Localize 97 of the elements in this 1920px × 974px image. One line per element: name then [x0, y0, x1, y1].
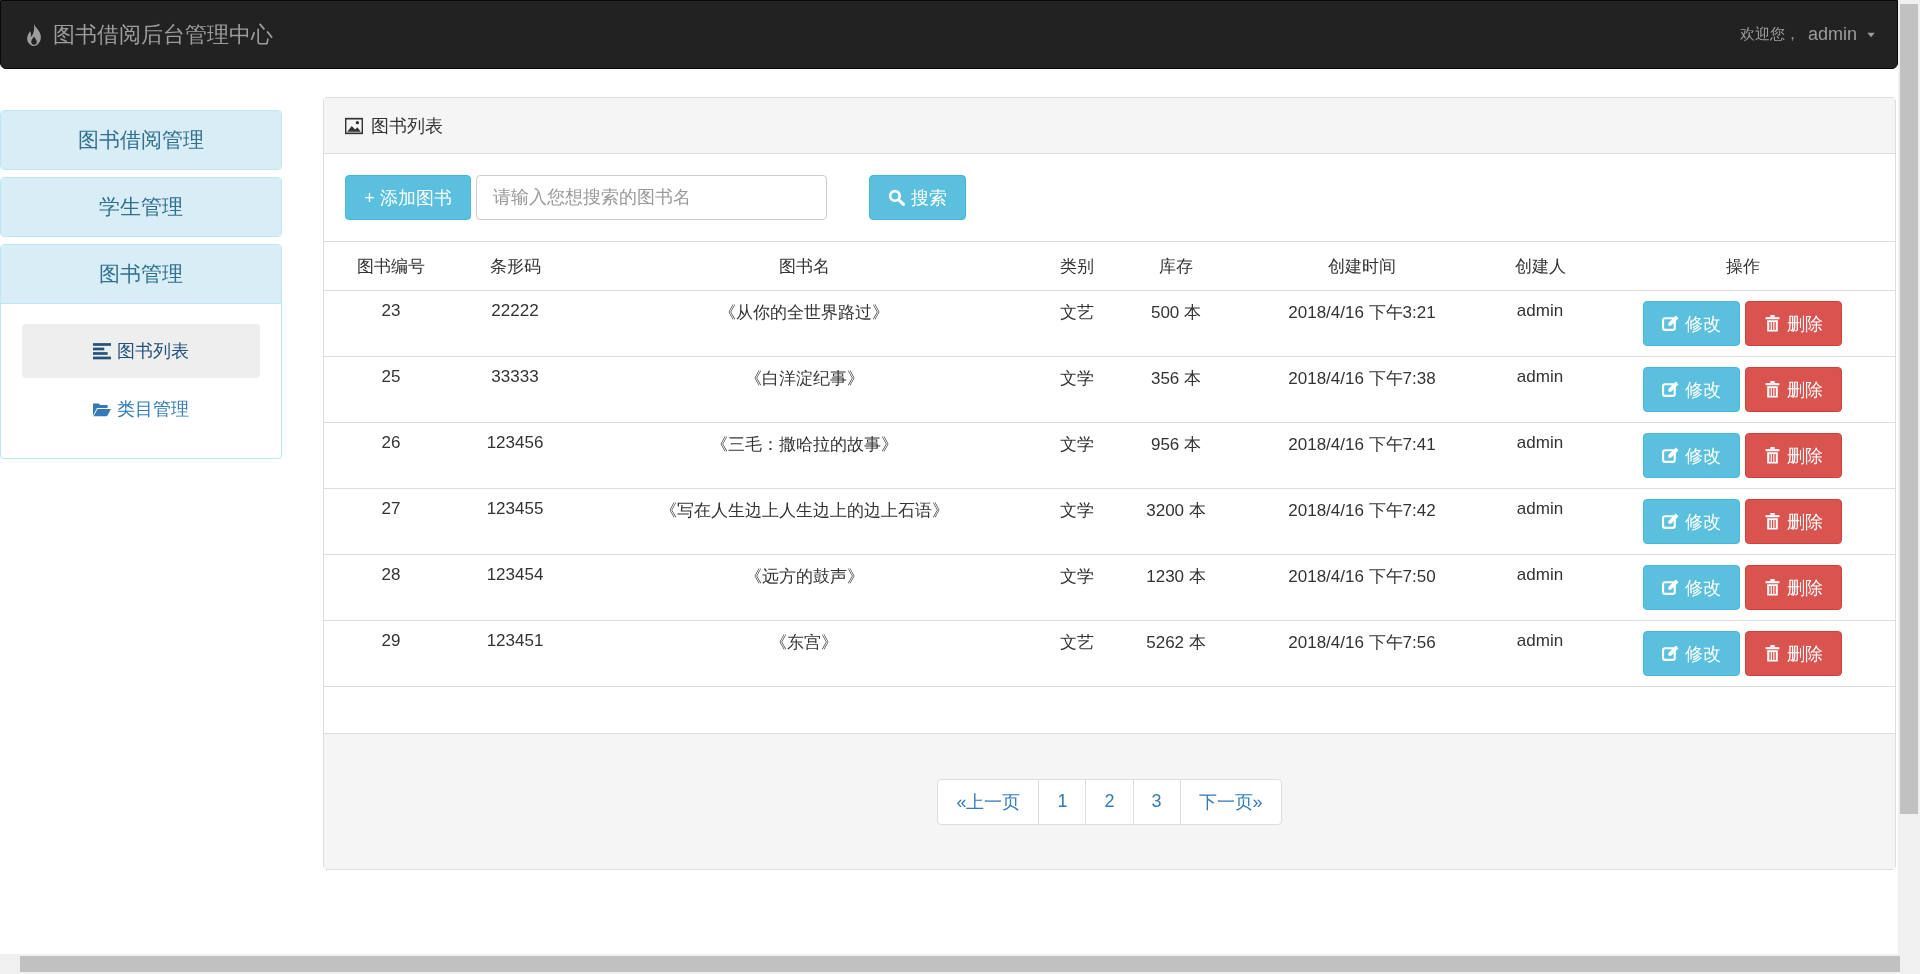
vertical-scrollbar[interactable]	[1898, 0, 1920, 954]
sidebar-group-header[interactable]: 学生管理	[1, 178, 281, 236]
edit-icon	[1662, 513, 1679, 530]
column-header: 条形码	[488, 255, 542, 278]
list-icon	[93, 342, 111, 360]
table-cell-text: 22222	[490, 300, 540, 321]
user-menu[interactable]: admin	[1807, 24, 1877, 45]
page-link[interactable]: «上一页	[938, 779, 1039, 824]
table-cell-text: 《远方的鼓声》	[743, 566, 865, 588]
column-header: 操作	[1724, 255, 1761, 278]
table-cell-text: 3200 本	[1145, 500, 1207, 522]
search-icon	[888, 189, 905, 206]
edit-icon	[1662, 579, 1679, 596]
edit-icon	[1662, 315, 1679, 332]
table-cell-text: 28	[380, 564, 402, 585]
table-cell-text: 123455	[485, 498, 545, 519]
table-cell-text: 2018/4/16 下午7:50	[1287, 566, 1437, 588]
welcome-text: 欢迎您，	[1739, 25, 1800, 44]
sidebar-group-header[interactable]: 图书管理	[1, 245, 281, 304]
table-cell-text: 《三毛：撒哈拉的故事》	[709, 434, 899, 456]
delete-button[interactable]: 删除	[1745, 367, 1842, 412]
trash-icon	[1764, 447, 1781, 464]
app-title[interactable]: 图书借阅后台管理中心	[53, 19, 273, 50]
delete-button[interactable]: 删除	[1745, 499, 1842, 544]
search-field[interactable]: 请输入您想搜索的图书名	[476, 175, 827, 220]
table-cell-text: admin	[1515, 564, 1565, 585]
table-cell-text: admin	[1515, 366, 1565, 387]
trash-icon	[1764, 645, 1781, 662]
table-cell-text: 356 本	[1149, 368, 1203, 390]
panel-title: 图书列表	[371, 114, 443, 138]
table-cell-text: admin	[1515, 630, 1565, 651]
page-link[interactable]: 下一页»	[1179, 779, 1281, 824]
trash-icon	[1764, 513, 1781, 530]
table-cell-text: admin	[1515, 300, 1565, 321]
table-cell-text: 文学	[1059, 434, 1095, 456]
table-cell-text: 26	[380, 432, 402, 453]
sidebar-group-header[interactable]: 图书借阅管理	[1, 111, 281, 169]
table-cell-text: 500 本	[1149, 302, 1203, 324]
table-cell-text: 2018/4/16 下午7:42	[1287, 500, 1437, 522]
image-icon	[345, 116, 363, 135]
search-button[interactable]: 搜索	[869, 175, 966, 220]
table-cell-text: 文艺	[1059, 632, 1095, 654]
table-cell-text: 文学	[1059, 500, 1095, 522]
table-cell-text: 2018/4/16 下午7:41	[1287, 434, 1437, 456]
column-header: 创建人	[1513, 255, 1567, 278]
table-cell-text: 123456	[485, 432, 545, 453]
table-cell-text: 27	[380, 498, 402, 519]
column-header: 图书编号	[356, 255, 426, 278]
table-cell-text: 《白洋淀纪事》	[743, 368, 865, 390]
table-cell-text: admin	[1515, 432, 1565, 453]
table-cell-text: 25	[380, 366, 402, 387]
column-header: 库存	[1158, 255, 1194, 278]
trash-icon	[1764, 381, 1781, 398]
edit-icon	[1662, 381, 1679, 398]
table-cell-text: 《从你的全世界路过》	[718, 302, 890, 324]
table-cell-text: 33333	[490, 366, 540, 387]
table-cell-text: 2018/4/16 下午7:38	[1287, 368, 1437, 390]
edit-button[interactable]: 修改	[1643, 301, 1740, 346]
page-link[interactable]: 2	[1085, 779, 1133, 824]
folder-icon	[93, 400, 111, 418]
table-cell-text: 2018/4/16 下午7:56	[1287, 632, 1437, 654]
table-cell-text: 文学	[1059, 566, 1095, 588]
page-link[interactable]: 1	[1038, 779, 1086, 824]
table-cell-text: admin	[1515, 498, 1565, 519]
table-cell-text: 956 本	[1149, 434, 1203, 456]
delete-button[interactable]: 删除	[1745, 565, 1842, 610]
edit-button[interactable]: 修改	[1643, 499, 1740, 544]
horizontal-scrollbar[interactable]	[0, 954, 1920, 974]
page-link[interactable]: 3	[1132, 779, 1180, 824]
trash-icon	[1764, 315, 1781, 332]
column-header: 图书名	[777, 255, 831, 278]
table-cell-text: 《写在人生边上人生边上的边上石语》	[658, 500, 950, 522]
column-header: 创建时间	[1327, 255, 1397, 278]
column-header: 类别	[1059, 255, 1095, 278]
edit-icon	[1662, 447, 1679, 464]
add-book-button[interactable]: + 添加图书	[345, 175, 471, 220]
table-cell-text: 文艺	[1059, 302, 1095, 324]
table-cell-text: 5262 本	[1145, 632, 1207, 654]
edit-icon	[1662, 645, 1679, 662]
table-cell-text: 23	[380, 300, 402, 321]
table-cell-text: 29	[380, 630, 402, 651]
table-cell-text: 文学	[1059, 368, 1095, 390]
edit-button[interactable]: 修改	[1643, 367, 1740, 412]
table-cell-text: 《东宫》	[769, 632, 839, 654]
sidebar-item[interactable]: 类目管理	[22, 382, 260, 436]
edit-button[interactable]: 修改	[1643, 565, 1740, 610]
delete-button[interactable]: 删除	[1745, 301, 1842, 346]
sidebar-item[interactable]: 图书列表	[22, 324, 260, 378]
trash-icon	[1764, 579, 1781, 596]
delete-button[interactable]: 删除	[1745, 433, 1842, 478]
edit-button[interactable]: 修改	[1643, 631, 1740, 676]
delete-button[interactable]: 删除	[1745, 631, 1842, 676]
table-cell-text: 1230 本	[1145, 566, 1207, 588]
table-cell-text: 123451	[485, 630, 545, 651]
table-cell-text: 2018/4/16 下午3:21	[1287, 302, 1437, 324]
table-cell-text: 123454	[485, 564, 545, 585]
edit-button[interactable]: 修改	[1643, 433, 1740, 478]
